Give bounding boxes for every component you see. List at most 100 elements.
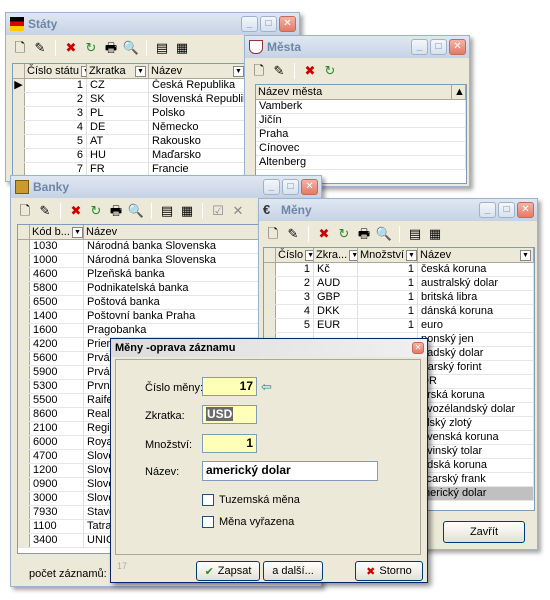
column-header[interactable]: Číslo ▼ [276,248,314,262]
delete-icon[interactable]: ✖ [316,226,332,242]
columns-icon[interactable]: ▤ [407,226,423,242]
close-button[interactable]: ✕ [301,179,318,195]
refresh-icon[interactable]: ↻ [88,203,104,219]
table-cell: 1 [358,277,418,290]
save-button[interactable]: ✔ Zapsat [196,561,260,581]
delete-icon[interactable]: ✖ [63,40,79,56]
table-cell: britská libra [418,291,534,304]
filter-icon[interactable]: ▦ [174,40,190,56]
table-row[interactable]: Jičín [256,114,466,128]
edit-icon[interactable]: ✎ [32,40,48,56]
column-header[interactable]: Zkra... ▼ [314,248,358,262]
check-icon[interactable]: ☑ [210,203,226,219]
maximize-button[interactable]: □ [430,39,447,55]
print-icon[interactable]: 🖶 [108,203,124,219]
chevron-down-icon[interactable]: ▼ [349,249,357,261]
columns-icon[interactable]: ▤ [154,40,170,56]
chevron-down-icon[interactable]: ▼ [520,249,531,261]
close-button[interactable]: ✕ [517,202,534,218]
column-header[interactable]: Číslo státu▼ [25,64,87,78]
filter-icon[interactable]: ▦ [179,203,195,219]
minimize-button[interactable]: _ [479,202,496,218]
print-icon[interactable]: 🖶 [103,40,119,56]
table-row[interactable]: Altenberg [256,156,466,170]
column-header[interactable]: Zkratka ▼ [87,64,149,78]
minimize-button[interactable]: _ [411,39,428,55]
delete-icon[interactable]: ✖ [302,63,318,79]
row-indicator [18,310,30,323]
close-window-button[interactable]: Zavřít [443,521,525,543]
refresh-icon[interactable]: ↻ [83,40,99,56]
table-cell: olský zlotý [418,417,534,430]
search-icon[interactable]: 🔍 [128,203,144,219]
meny-title: Měny [281,203,312,217]
edit-icon[interactable]: ✎ [271,63,287,79]
maximize-button[interactable]: □ [498,202,515,218]
minimize-button[interactable]: _ [241,16,258,32]
filter-icon[interactable]: ▦ [427,226,443,242]
cislo-field[interactable]: 17 [202,377,257,396]
scroll-up-icon[interactable]: ▲ [452,85,466,99]
cancel-button[interactable]: ✖ Storno [355,561,423,581]
table-row[interactable]: 5 EUR 1 euro [264,319,534,333]
search-icon[interactable]: 🔍 [123,40,139,56]
chevron-down-icon[interactable]: ▼ [305,249,313,261]
column-header[interactable]: Množství ▼ [358,248,418,262]
column-header[interactable]: Název▼ [418,248,534,262]
table-row[interactable]: Cínovec [256,142,466,156]
row-indicator [13,135,25,148]
row-indicator [264,263,276,276]
table-row[interactable]: 1 Kč 1 česká koruna [264,263,534,277]
column-header[interactable]: Název▼ [149,64,247,78]
dialog-titlebar[interactable]: Měny -oprava záznamu [111,339,427,357]
table-cell: australský dolar [418,277,534,290]
tuzemska-checkbox[interactable]: Tuzemská měna [202,494,300,506]
mnozstvi-field[interactable]: 1 [202,434,257,453]
table-cell: ďarský forint [418,361,534,374]
row-indicator [18,338,30,351]
search-icon[interactable]: 🔍 [376,226,392,242]
table-cell: 7930 [30,506,84,519]
save-and-next-button[interactable]: a další... [263,561,323,581]
table-row[interactable]: 2 AUD 1 australský dolar [264,277,534,291]
print-icon[interactable]: 🖶 [356,226,372,242]
vyrazena-checkbox[interactable]: Měna vyřazena [202,516,294,528]
edit-icon[interactable]: ✎ [285,226,301,242]
chevron-down-icon[interactable]: ▼ [135,65,146,77]
table-row[interactable]: 4 DKK 1 dánská koruna [264,305,534,319]
new-icon[interactable]: 🗋 [17,203,33,219]
table-row[interactable]: Vamberk [256,100,466,114]
table-row[interactable]: Praha [256,128,466,142]
maximize-button[interactable]: □ [260,16,277,32]
zkratka-field[interactable]: USD [202,405,257,424]
delete-icon[interactable]: ✖ [68,203,84,219]
close-button[interactable]: ✕ [279,16,296,32]
refresh-icon[interactable]: ↻ [336,226,352,242]
table-cell: HU [87,149,149,162]
row-indicator [18,380,30,393]
chevron-down-icon[interactable]: ▼ [71,226,83,238]
new-icon[interactable]: 🗋 [251,63,267,79]
column-header[interactable]: Název města [256,85,452,99]
column-header[interactable]: Kód b... ▼ [30,225,84,239]
table-cell: 5 [276,319,314,332]
close-button[interactable]: ✕ [412,342,424,354]
new-icon[interactable]: 🗋 [12,40,28,56]
cancel-icon[interactable]: ✕ [230,203,246,219]
chevron-down-icon[interactable]: ▼ [233,65,244,77]
table-cell: 2 [276,277,314,290]
table-cell: 1200 [30,464,84,477]
edit-icon[interactable]: ✎ [37,203,53,219]
table-cell: 5800 [30,282,84,295]
table-row[interactable]: 3 GBP 1 britská libra [264,291,534,305]
minimize-button[interactable]: _ [263,179,280,195]
table-cell: 1 [276,263,314,276]
maximize-button[interactable]: □ [282,179,299,195]
close-button[interactable]: ✕ [449,39,466,55]
new-icon[interactable]: 🗋 [265,226,281,242]
chevron-down-icon[interactable]: ▼ [406,249,417,261]
table-cell: 1 [358,291,418,304]
columns-icon[interactable]: ▤ [159,203,175,219]
nazev-field[interactable]: americký dolar [202,461,378,481]
refresh-icon[interactable]: ↻ [322,63,338,79]
